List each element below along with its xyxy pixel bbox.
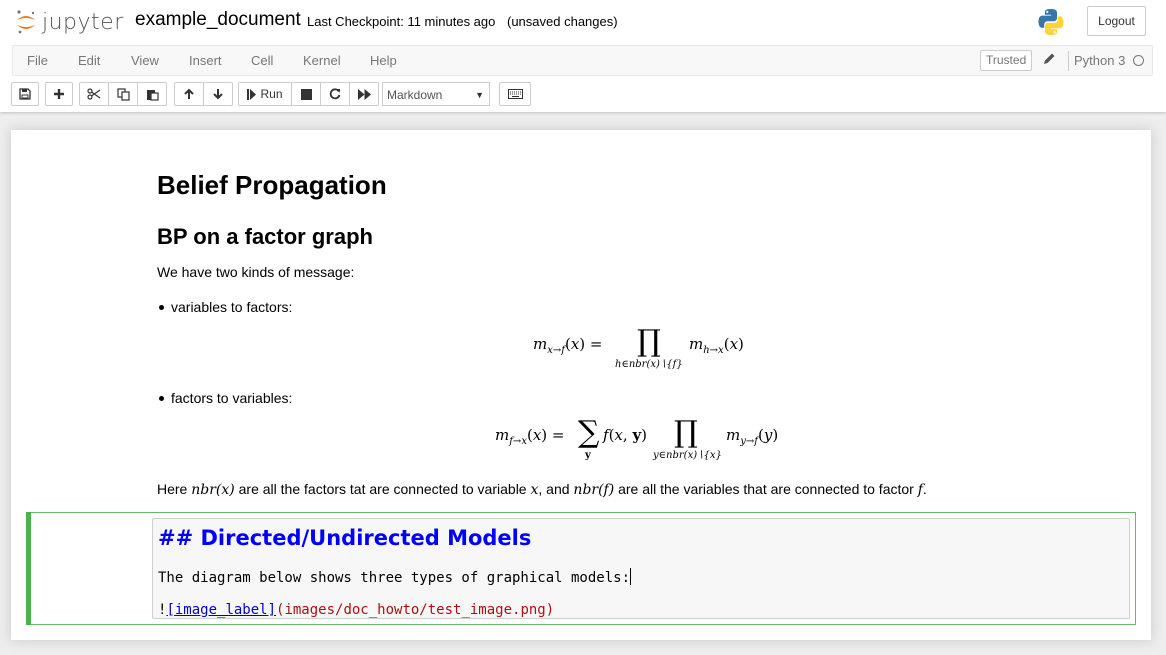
eq2-sum-limit: y bbox=[585, 450, 591, 461]
editor-line-text-content: The diagram below shows three types of g… bbox=[158, 570, 631, 586]
restart-icon bbox=[329, 88, 341, 100]
python-logo-icon bbox=[1036, 7, 1066, 37]
kernel-separator bbox=[1068, 51, 1069, 71]
cut-icon bbox=[87, 88, 101, 100]
here-text-1: Here bbox=[157, 481, 188, 497]
cell-type-value: Markdown bbox=[387, 88, 443, 102]
trusted-indicator[interactable]: Trusted bbox=[980, 50, 1033, 71]
eq2-lhs: mf→x(x) = bbox=[495, 426, 565, 447]
interrupt-button[interactable] bbox=[291, 82, 321, 106]
jupyter-logo-icon bbox=[14, 8, 38, 36]
eq2-product-limit: y∈nbr(x)∖{x} bbox=[653, 450, 722, 461]
menu-file[interactable]: File bbox=[27, 53, 48, 68]
menu-help[interactable]: Help bbox=[370, 53, 397, 68]
menu-edit[interactable]: Edit bbox=[78, 53, 100, 68]
move-down-button[interactable] bbox=[203, 82, 233, 106]
command-palette-button[interactable] bbox=[499, 82, 531, 106]
keyboard-icon bbox=[507, 89, 523, 99]
insert-cell-button[interactable] bbox=[45, 82, 73, 106]
kernel-name[interactable]: Python 3 bbox=[1074, 53, 1125, 68]
edit-mode-pencil-icon bbox=[1043, 52, 1056, 68]
eq1-lhs: mx→f(x) = bbox=[533, 335, 603, 356]
editor-line-image: ![image_label](images/doc_howto/test_ima… bbox=[158, 602, 554, 618]
fast-forward-icon bbox=[357, 88, 371, 100]
intro-paragraph: We have two kinds of message: bbox=[157, 264, 355, 280]
stop-icon bbox=[300, 88, 312, 100]
heading-2: BP on a factor graph bbox=[157, 224, 373, 249]
editing-markdown-cell[interactable]: ## Directed/Undirected Models The diagra… bbox=[26, 512, 1136, 625]
bullet-factors-to-variables: factors to variables: bbox=[158, 390, 293, 406]
notebook-header: jupyter example_document Last Checkpoint… bbox=[0, 0, 1166, 112]
here-text-2: are all the factors tat are connected to… bbox=[238, 481, 527, 497]
toolbar: Run Markdown ▼ bbox=[0, 82, 1166, 108]
copy-icon bbox=[116, 87, 130, 101]
text-cursor bbox=[630, 568, 632, 585]
menu-view[interactable]: View bbox=[131, 53, 159, 68]
copy-button[interactable] bbox=[108, 82, 138, 106]
arrow-up-icon bbox=[183, 88, 195, 100]
cell-type-select[interactable]: Markdown ▼ bbox=[382, 82, 490, 106]
notebook-name[interactable]: example_document bbox=[135, 9, 301, 31]
save-button[interactable] bbox=[11, 82, 39, 106]
plus-icon bbox=[53, 88, 65, 100]
menu-cell[interactable]: Cell bbox=[251, 53, 273, 68]
here-text-5: . bbox=[922, 481, 927, 497]
image-label-link: [image_label] bbox=[166, 602, 277, 618]
editor-line-text: The diagram below shows three types of g… bbox=[158, 568, 632, 586]
eq2-factor: f(x, y) bbox=[603, 426, 648, 444]
cut-button[interactable] bbox=[79, 82, 109, 106]
notebook-container: Belief Propagation BP on a factor graph … bbox=[11, 130, 1151, 640]
here-text-3: , and bbox=[538, 481, 570, 497]
here-paragraph: Here nbr(x) are all the factors tat are … bbox=[157, 481, 927, 498]
run-button[interactable]: Run bbox=[238, 82, 292, 106]
jupyter-logo-text: jupyter bbox=[42, 9, 124, 35]
paste-icon bbox=[146, 88, 159, 101]
kernel-idle-indicator-icon bbox=[1133, 55, 1144, 66]
eq1-product-limit: h∈nbr(x)∖{f} bbox=[615, 359, 683, 370]
menu-insert[interactable]: Insert bbox=[189, 53, 222, 68]
save-icon bbox=[19, 88, 31, 100]
dropdown-caret-icon: ▼ bbox=[475, 90, 484, 100]
autosave-status: (unsaved changes) bbox=[507, 14, 618, 29]
eq2-sum-symbol: ∑ bbox=[578, 415, 600, 450]
jupyter-logo[interactable]: jupyter bbox=[14, 7, 124, 37]
run-label: Run bbox=[260, 87, 283, 101]
eq2-rhs: my→f(y) bbox=[726, 426, 779, 447]
here-text-4: are all the variables that are connected… bbox=[618, 481, 914, 497]
math-nbr-x: nbr(x) bbox=[191, 482, 235, 498]
header-bar: jupyter example_document Last Checkpoint… bbox=[0, 0, 1166, 44]
menu-kernel[interactable]: Kernel bbox=[303, 53, 341, 68]
restart-run-all-button[interactable] bbox=[349, 82, 379, 106]
logout-button[interactable]: Logout bbox=[1087, 6, 1146, 36]
restart-button[interactable] bbox=[320, 82, 350, 106]
image-url: (images/doc_howto/test_image.png) bbox=[276, 602, 555, 618]
run-icon bbox=[247, 88, 257, 100]
menubar: File Edit View Insert Cell Kernel Help T… bbox=[12, 45, 1153, 76]
paste-button[interactable] bbox=[137, 82, 167, 106]
eq1-product-symbol: ∏ bbox=[637, 324, 661, 359]
arrow-down-icon bbox=[212, 88, 224, 100]
heading-1: Belief Propagation bbox=[157, 170, 387, 200]
editor-line-heading: ## Directed/Undirected Models bbox=[158, 526, 532, 550]
math-nbr-f: nbr(f) bbox=[573, 482, 615, 498]
code-editor[interactable]: ## Directed/Undirected Models The diagra… bbox=[152, 518, 1130, 619]
move-up-button[interactable] bbox=[174, 82, 204, 106]
eq2-product-symbol: ∏ bbox=[674, 415, 698, 450]
checkpoint-status: Last Checkpoint: 11 minutes ago bbox=[307, 14, 496, 29]
bullet-variables-to-factors: variables to factors: bbox=[158, 299, 293, 315]
eq1-rhs: mh→x(x) bbox=[689, 335, 744, 356]
